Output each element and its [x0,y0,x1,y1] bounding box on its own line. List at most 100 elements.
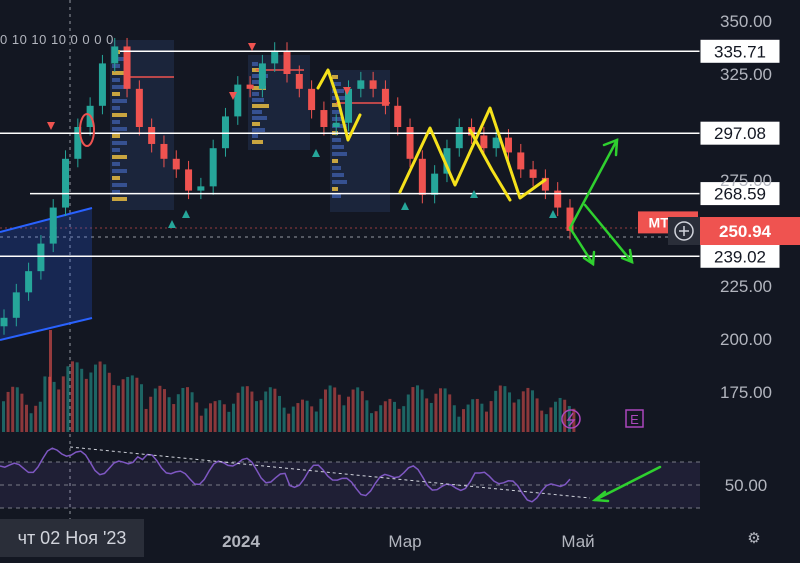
volume-bar [406,394,410,432]
volume-bar [112,385,116,432]
candle-body [160,143,168,159]
candle-body [246,84,254,89]
volume-bar [319,398,323,432]
candle-body [221,116,229,149]
volume-bar [314,411,318,432]
volume-bar [305,400,309,432]
volume-bar [149,396,153,432]
profile-bar [112,162,120,166]
profile-bar [252,122,260,126]
candle-body [394,105,402,127]
volume-bar [558,397,562,432]
level-label: 239.02 [699,243,781,269]
candle-body [258,63,266,89]
profile-bar [252,134,258,138]
volume-bar [176,394,180,432]
volume-bar [209,403,212,432]
profile-bar [332,75,338,79]
candle-body [25,271,33,293]
volume-bar [443,388,447,432]
buy-marker [549,210,557,218]
profile-bar [332,145,344,149]
volume-bar [158,385,162,432]
volume-bar [480,403,484,432]
profile-bar [332,187,338,191]
volume-bar [172,404,176,432]
candle-body [480,135,488,149]
volume-bar [140,384,143,432]
green-arrow-down-1 [568,226,595,266]
profile-bar [112,155,127,159]
volume-bar [121,379,125,432]
candle-body [406,127,414,159]
volume-bar [195,402,199,432]
volume-bar [117,385,120,432]
volume-bar [94,364,97,432]
level-label-text: 335.71 [714,42,766,61]
earnings-e-icon: E [625,409,644,428]
volume-bar [457,416,461,432]
sell-marker [47,122,55,130]
candle-body [369,80,377,89]
candle-body [62,158,70,208]
volume-bar [241,386,245,432]
volume-bar [245,386,249,432]
volume-bar [61,376,65,432]
volume-bar [11,386,15,432]
candle-body [172,158,180,170]
volume-bar [521,391,525,432]
volume-bar [2,401,5,432]
volume-bar [351,389,355,432]
price-tick-label: 175.00 [720,383,772,402]
candle-body [209,148,217,187]
volume-bar [71,361,74,432]
green-arrow-down-2 [583,203,634,264]
candle-body [185,169,193,191]
volume-bar [20,393,24,432]
profile-bar [112,106,120,110]
volume-bar [462,409,465,432]
buy-marker [168,220,176,228]
volume-bar [342,405,346,432]
volume-bar [204,408,208,432]
volume-bar [554,401,557,432]
volume-bar [393,401,396,432]
volume-bar [232,403,235,432]
profile-bar [112,92,120,96]
chart-root: 335.71297.08268.59239.02250.94MTSS E 50.… [0,0,800,563]
settings-icon[interactable]: ⚙ [746,531,762,547]
candle-body [492,137,500,149]
profile-bar [112,64,120,68]
volume-bar [411,387,415,432]
candle-body [332,122,340,127]
price-tick-label: 275.00 [720,171,772,190]
time-tick-label: Май [561,532,594,551]
profile-bar [252,92,259,96]
candle-body [529,169,537,178]
level-label: 297.08 [699,120,781,146]
buy-marker [312,149,320,157]
volume-bar [273,388,277,432]
volume-bar [475,398,479,432]
profile-bar [332,173,344,177]
candle-body [295,74,303,89]
candle-body [381,88,389,106]
volume-bar [485,411,488,432]
time-axis: 2024 Мар Май [222,532,595,551]
candle-body [357,80,365,89]
volume-bar [310,406,314,432]
chart-canvas[interactable]: 335.71297.08268.59239.02250.94MTSS E 50.… [0,0,800,563]
volume-bar [49,330,52,432]
volume-bar [259,400,263,432]
volume-bar [360,391,364,432]
volume-bar [402,406,406,432]
candle-body [418,158,426,195]
volume-bar [222,404,226,432]
profile-bar [332,166,341,170]
volume-bar [397,408,401,432]
volume-bar [416,385,419,432]
volume-bar [328,385,332,432]
volume-bar [278,395,281,432]
profile-bar [112,120,120,124]
volume-bar [370,413,373,432]
